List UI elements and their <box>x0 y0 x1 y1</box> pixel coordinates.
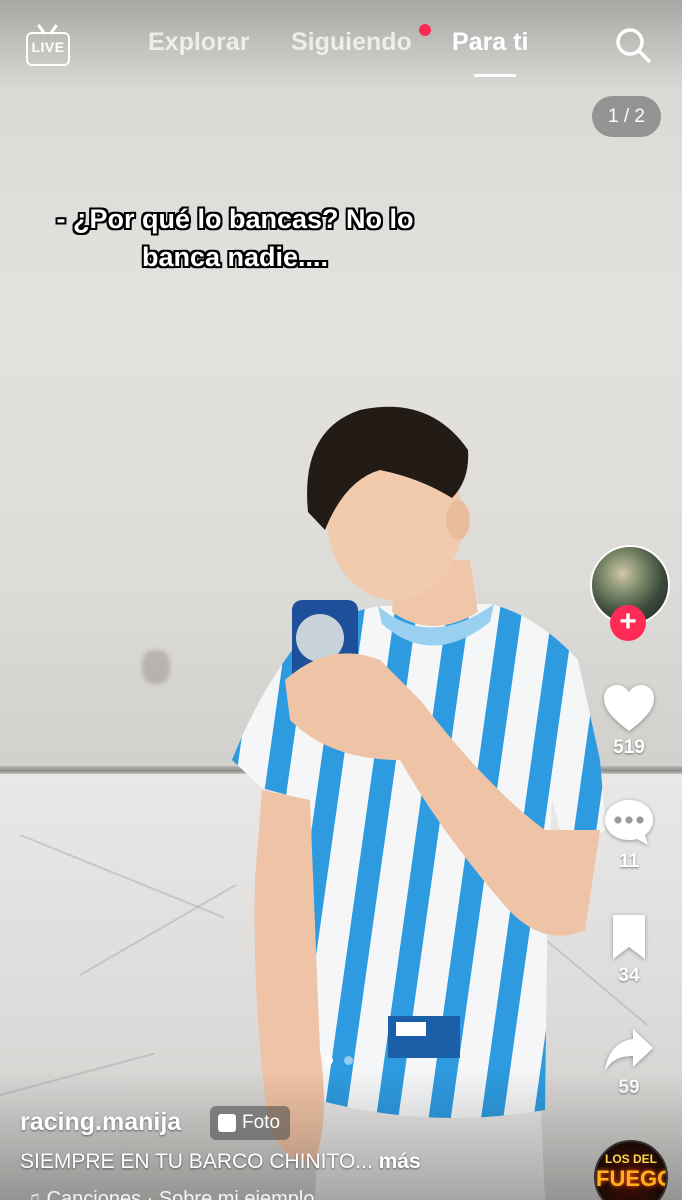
photo-icon <box>218 1114 236 1132</box>
share-icon <box>605 1029 653 1071</box>
music-row[interactable]: ♫ Canciones · Sobre mi ejemplo <box>26 1188 314 1200</box>
person-figure <box>232 406 606 1200</box>
more-link[interactable]: más <box>379 1150 421 1173</box>
comment-icon <box>605 800 653 845</box>
search-icon[interactable] <box>614 26 652 64</box>
notification-dot <box>419 24 431 36</box>
follow-button[interactable]: + <box>610 605 646 641</box>
comment-button[interactable]: 11 <box>588 797 670 873</box>
image-counter: 1 / 2 <box>592 96 661 137</box>
tab-siguiendo[interactable]: Siguiendo <box>291 28 412 57</box>
tab-para-ti[interactable]: Para ti <box>452 28 528 57</box>
save-count: 34 <box>618 965 640 986</box>
live-label: LIVE <box>31 39 65 55</box>
tab-explorar[interactable]: Explorar <box>148 28 249 57</box>
photo-badge: Foto <box>210 1106 291 1140</box>
disc-line2: FUEGO <box>596 1166 668 1191</box>
music-note-icon: ♫ <box>26 1188 41 1200</box>
post-image[interactable]: LIVE Explorar Siguiendo Para ti 1 / 2 - … <box>0 0 682 1200</box>
pager-dot[interactable] <box>344 1056 353 1065</box>
music-title: Canciones · Sobre mi ejemplo <box>46 1188 315 1200</box>
pager-dot-active[interactable] <box>324 1056 333 1065</box>
description-text: SIEMPRE EN TU BARCO CHINITO... <box>20 1150 373 1173</box>
username[interactable]: racing.manija <box>20 1108 181 1137</box>
heart-icon <box>604 685 654 731</box>
overlay-caption: - ¿Por qué lo bancas? No lo banca nadie.… <box>56 204 414 272</box>
save-button[interactable]: 34 <box>588 913 670 987</box>
like-button[interactable]: 519 <box>588 683 670 759</box>
active-tab-indicator <box>474 74 516 77</box>
like-count: 519 <box>613 737 645 758</box>
disc-line1: LOS DEL <box>604 1152 657 1166</box>
bookmark-icon <box>613 915 645 959</box>
live-icon[interactable]: LIVE <box>26 22 72 66</box>
post-description[interactable]: SIEMPRE EN TU BARCO CHINITO... más <box>20 1150 421 1174</box>
comment-count: 11 <box>618 851 640 872</box>
photo-badge-label: Foto <box>242 1112 281 1133</box>
